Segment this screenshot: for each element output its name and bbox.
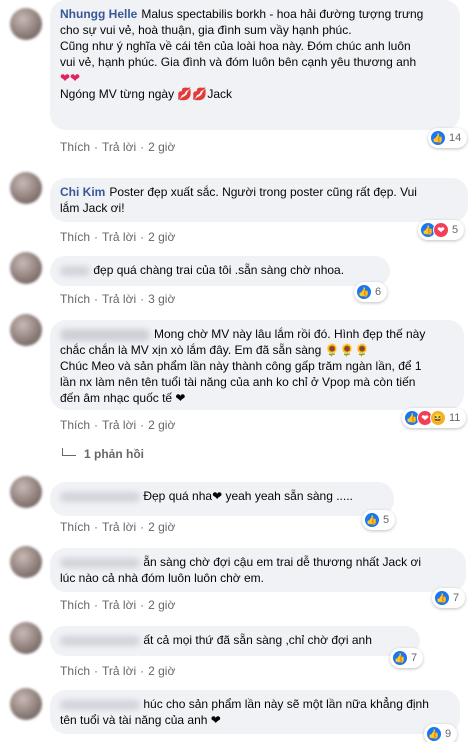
avatar[interactable]: [10, 172, 42, 204]
blurred-text: [60, 265, 90, 276]
comment-bubble: Chi Kim Poster đẹp xuất sắc. Người trong …: [50, 178, 468, 222]
reaction-summary[interactable]: 👍 5: [362, 510, 396, 530]
comment-text-line: Mong chờ MV này lâu lắm rồi đó. Hình đẹp…: [154, 327, 426, 341]
reaction-summary[interactable]: 👍 6: [354, 282, 388, 302]
comment-text-line: Chúc Meo và sản phẩm lần này thành công …: [60, 359, 422, 373]
comment-time[interactable]: 2 giờ: [148, 230, 175, 244]
comment-bubble: ẵn sàng chờ đợi cậu em trai dễ thương nh…: [50, 548, 466, 592]
avatar[interactable]: [10, 314, 42, 346]
reply-link[interactable]: Trả lời: [102, 292, 136, 306]
avatar[interactable]: [10, 8, 42, 40]
comment-actions: Thích · Trả lời · 2 giờ: [60, 140, 176, 154]
blurred-text: [60, 635, 140, 646]
comment-actions: Thích · Trả lời · 2 giờ: [60, 520, 176, 534]
like-reaction-icon: 👍: [430, 130, 446, 146]
commenter-name[interactable]: Chi Kim: [60, 185, 105, 199]
avatar[interactable]: [10, 252, 42, 284]
like-link[interactable]: Thích: [60, 230, 90, 244]
reply-link[interactable]: Trả lời: [102, 598, 136, 612]
comment-time[interactable]: 3 giờ: [148, 292, 175, 306]
comment-text-line: lắm Jack ơi!: [60, 201, 125, 215]
like-link[interactable]: Thích: [60, 664, 90, 678]
reaction-summary[interactable]: 👍 ❤ 5: [418, 220, 465, 240]
reply-link[interactable]: Trả lời: [102, 140, 136, 154]
comment-text-line: vui vẻ, hạnh phúc. Gia đình và đóm luôn …: [60, 55, 417, 69]
reaction-summary[interactable]: 👍 14: [428, 128, 468, 148]
comment-text-line: Ngóng MV từng ngày 💋💋Jack: [60, 87, 232, 101]
comment-bubble: Đẹp quá nha❤ yeah yeah sẵn sàng .....: [50, 482, 394, 516]
like-link[interactable]: Thích: [60, 292, 90, 306]
comment-actions: Thích · Trả lời · 3 giờ: [60, 292, 176, 306]
comment-time[interactable]: 2 giờ: [148, 140, 175, 154]
like-reaction-icon: 👍: [364, 512, 380, 528]
reply-arrow-icon: [62, 448, 76, 456]
commenter-name[interactable]: Nhungg Helle: [60, 7, 137, 21]
view-replies-link[interactable]: 1 phản hồi: [62, 447, 144, 461]
comment-bubble: Mong chờ MV này lâu lắm rồi đó. Hình đẹp…: [50, 320, 464, 410]
comment-actions: Thích · Trả lời · 2 giờ: [60, 230, 176, 244]
comment-text-line: ❤❤: [60, 71, 81, 85]
comment-bubble: ất cả mọi thứ đã sẵn sàng ,chỉ chờ đợi a…: [50, 626, 420, 656]
like-link[interactable]: Thích: [60, 598, 90, 612]
reaction-summary[interactable]: 👍 9: [424, 724, 458, 742]
reply-link[interactable]: Trả lời: [102, 418, 136, 432]
comment-text-line: đến âm nhạc quốc tế ❤: [60, 391, 186, 405]
blurred-name[interactable]: [60, 328, 150, 341]
like-link[interactable]: Thích: [60, 418, 90, 432]
reply-link[interactable]: Trả lời: [102, 664, 136, 678]
like-reaction-icon: 👍: [392, 650, 408, 666]
comment-text-line: ẵn sàng chờ đợi cậu em trai dễ thương nh…: [143, 555, 421, 569]
like-reaction-icon: 👍: [356, 284, 372, 300]
comment-time[interactable]: 2 giờ: [148, 520, 175, 534]
comment-text-line: húc cho sản phẩm lần này sẽ một lần nữa …: [143, 697, 429, 711]
avatar[interactable]: [10, 622, 42, 654]
comment-text-line: Cũng như ý nghĩa về cái tên của loài hoa…: [60, 39, 411, 53]
reaction-summary[interactable]: 👍 7: [390, 648, 424, 668]
blurred-text: [60, 557, 140, 568]
reply-link[interactable]: Trả lời: [102, 230, 136, 244]
comment-text-line: cho sự vui vẻ, hoà thuận, gia đình sum v…: [60, 23, 352, 37]
like-link[interactable]: Thích: [60, 520, 90, 534]
comment-actions: Thích · Trả lời · 2 giờ: [60, 664, 176, 678]
haha-reaction-icon: 😆: [430, 410, 446, 426]
like-reaction-icon: 👍: [434, 590, 450, 606]
reaction-summary[interactable]: 👍 ❤ 😆 11: [402, 408, 467, 428]
comment-time[interactable]: 2 giờ: [148, 418, 175, 432]
comment-text-line: Malus spectabilis borkh - hoa hải đường …: [141, 7, 424, 21]
comment-text-line: chắc chắn là MV xịn xò lắm đây. Em đã sẵ…: [60, 343, 370, 357]
comment-text-line: Poster đẹp xuất sắc. Người trong poster …: [109, 185, 417, 199]
reply-link[interactable]: Trả lời: [102, 520, 136, 534]
blurred-text: [60, 491, 140, 502]
blurred-text: [60, 699, 140, 710]
avatar[interactable]: [10, 688, 42, 720]
comment-actions: Thích · Trả lời · 2 giờ: [60, 598, 176, 612]
comment-text-line: ất cả mọi thứ đã sẵn sàng ,chỉ chờ đợi a…: [143, 633, 372, 647]
comment-text-line: đẹp quá chàng trai của tôi .sẵn sàng chờ…: [93, 263, 345, 277]
comment-text-line: lúc nào cả nhà đóm luôn luôn chờ em.: [60, 571, 264, 585]
comment-text-line: lần nx làm nên tên tuổi tài năng của anh…: [60, 375, 416, 389]
comment-bubble: đẹp quá chàng trai của tôi .sẵn sàng chờ…: [50, 256, 390, 286]
reaction-summary[interactable]: 👍 7: [432, 588, 466, 608]
comment-time[interactable]: 2 giờ: [148, 664, 175, 678]
comment-text-line: Đẹp quá nha❤ yeah yeah sẵn sàng .....: [143, 489, 353, 503]
comment-text-line: tên tuổi và tài năng của anh ❤: [60, 713, 221, 727]
avatar[interactable]: [10, 546, 42, 578]
avatar[interactable]: [10, 476, 42, 508]
comment-bubble: húc cho sản phẩm lần này sẽ một lần nữa …: [50, 690, 460, 734]
like-reaction-icon: 👍: [426, 726, 442, 742]
love-reaction-icon: ❤: [433, 222, 449, 238]
comment-actions: Thích · Trả lời · 2 giờ: [60, 418, 176, 432]
comment-time[interactable]: 2 giờ: [148, 598, 175, 612]
like-link[interactable]: Thích: [60, 140, 90, 154]
comment-bubble: Nhungg Helle Malus spectabilis borkh - ho…: [50, 0, 460, 130]
